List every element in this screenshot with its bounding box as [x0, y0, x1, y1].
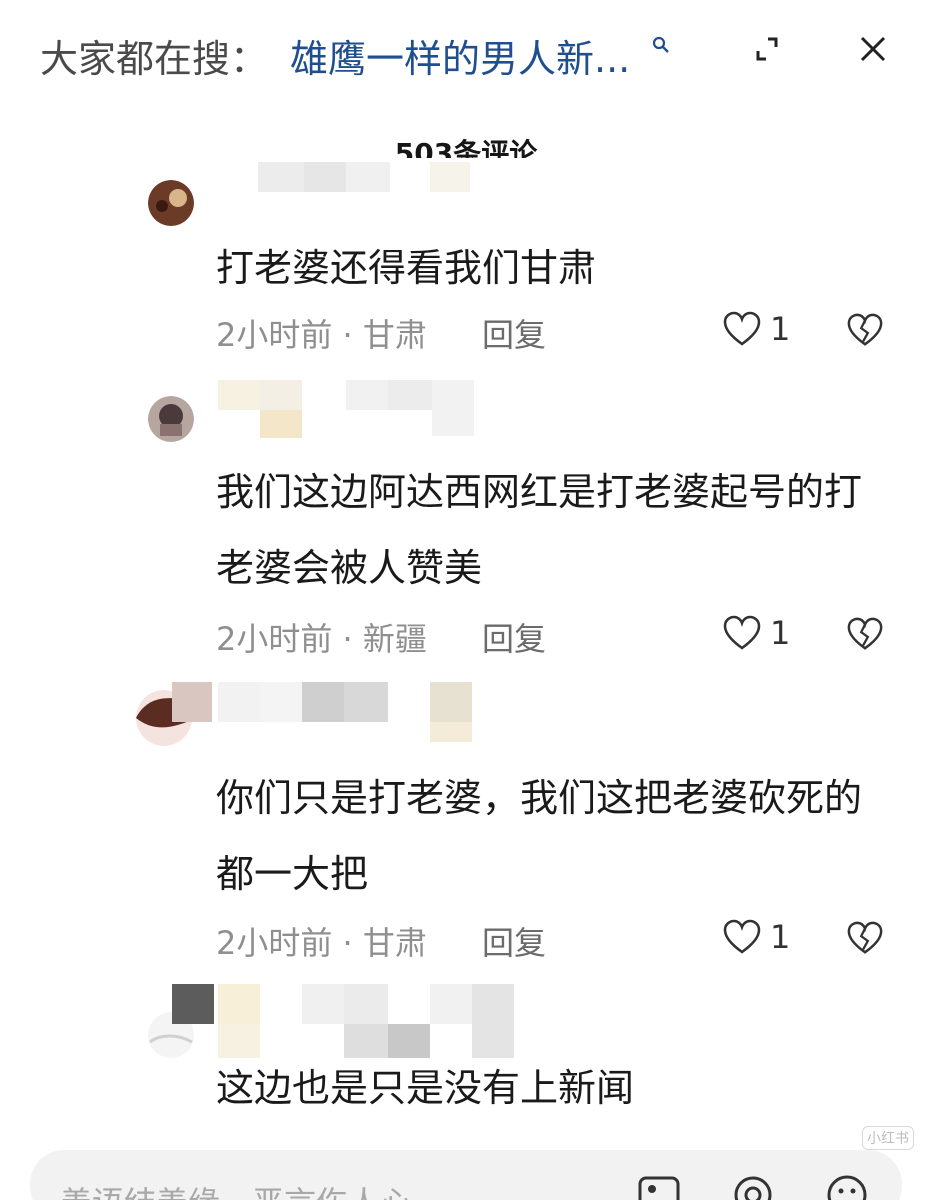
user-name-blurred[interactable]	[218, 162, 518, 232]
user-name-blurred[interactable]	[172, 984, 518, 1058]
comment-input-bar[interactable]: 善语结善缘，恶言伤人心	[30, 1150, 902, 1200]
comment-text: 我们这边阿达西网红是打老婆起号的打老婆会被人赞美	[216, 470, 863, 590]
watermark-logo: 小红书	[862, 1126, 914, 1150]
like-count: 1	[770, 614, 791, 652]
comment-meta: 2小时前 · 新疆	[216, 620, 427, 658]
user-name-blurred[interactable]	[218, 380, 518, 450]
broken-heart-icon[interactable]	[846, 312, 884, 350]
broken-heart-icon[interactable]	[846, 920, 884, 958]
like-count: 1	[770, 310, 791, 348]
comment-meta: 2小时前 · 甘肃	[216, 316, 427, 354]
heart-icon[interactable]	[722, 310, 762, 350]
comment-meta: 2小时前 · 甘肃	[216, 924, 427, 962]
like-count: 1	[770, 918, 791, 956]
comment-text: 打老婆还得看我们甘肃	[216, 246, 597, 290]
avatar[interactable]	[148, 396, 194, 442]
reply-button[interactable]: 回复	[482, 918, 546, 964]
comment-panel: 大家都在搜： 雄鹰一样的男人新... 503条评论 打老婆还得看我们甘肃 2小时…	[0, 0, 932, 1200]
reply-button[interactable]: 回复	[482, 614, 546, 660]
expand-icon[interactable]	[750, 32, 784, 66]
search-icon[interactable]	[652, 36, 670, 54]
comment-count: 503条评论	[394, 137, 538, 158]
comment-input[interactable]: 善语结善缘，恶言伤人心	[60, 1178, 412, 1200]
heart-icon[interactable]	[722, 614, 762, 654]
image-icon[interactable]	[636, 1172, 682, 1200]
comment-text: 这边也是只是没有上新闻	[216, 1066, 635, 1110]
at-icon[interactable]	[730, 1172, 776, 1200]
comment-text: 你们只是打老婆，我们这把老婆砍死的都一大把	[216, 776, 863, 896]
user-name-blurred[interactable]	[172, 682, 518, 752]
reply-button[interactable]: 回复	[482, 310, 546, 356]
emoji-icon[interactable]	[824, 1172, 870, 1200]
search-prefix: 大家都在搜：	[40, 37, 269, 81]
avatar[interactable]	[148, 180, 194, 226]
comment-item: 我们这边阿达西网红是打老婆起号的打老婆会被人赞美 2小时前 · 新疆 回复 1	[0, 380, 932, 666]
comment-item: 打老婆还得看我们甘肃 2小时前 · 甘肃 回复 1	[0, 162, 932, 370]
close-icon[interactable]	[856, 32, 890, 66]
broken-heart-icon[interactable]	[846, 616, 884, 654]
search-term-link[interactable]: 雄鹰一样的男人新...	[290, 28, 630, 83]
heart-icon[interactable]	[722, 918, 762, 958]
comment-item: 你们只是打老婆，我们这把老婆砍死的都一大把 2小时前 · 甘肃 回复 1	[0, 682, 932, 980]
comment-item: 这边也是只是没有上新闻	[0, 984, 932, 1130]
search-bar[interactable]: 大家都在搜： 雄鹰一样的男人新...	[0, 0, 932, 108]
